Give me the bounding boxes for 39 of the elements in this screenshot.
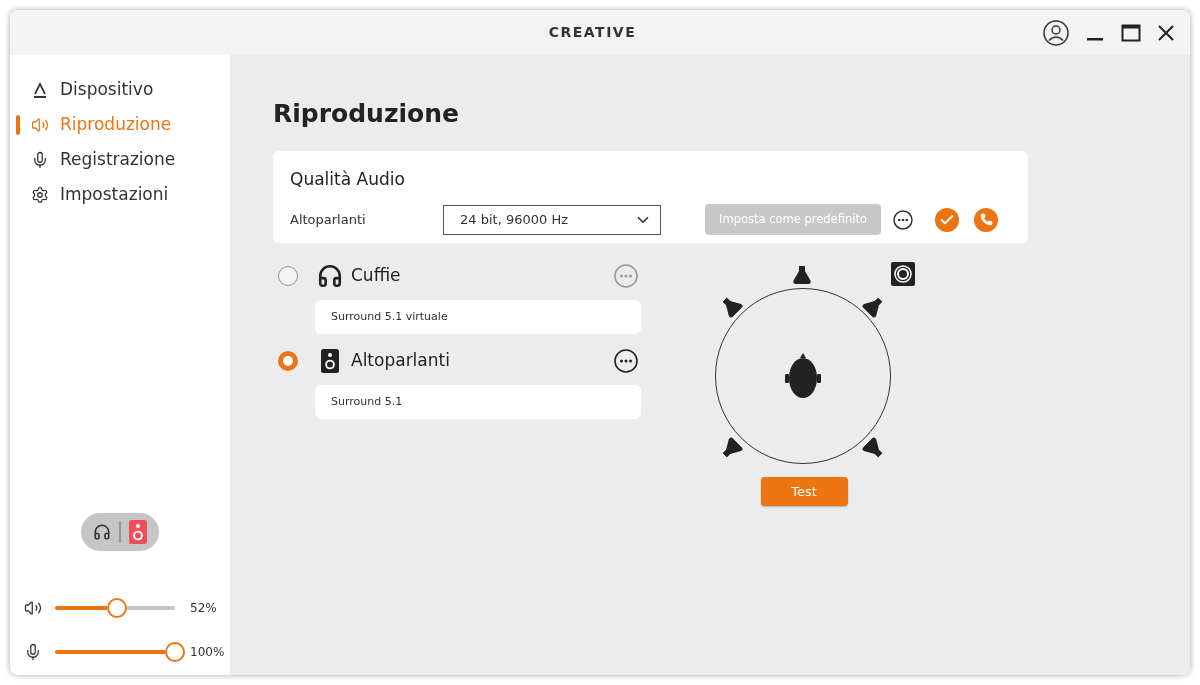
slider-value: 52% <box>190 600 217 617</box>
device-name: Cuffie <box>351 264 401 288</box>
slider-value: 100% <box>190 644 225 661</box>
page-title: Riproduzione <box>273 99 459 129</box>
slider-thumb[interactable] <box>107 598 128 618</box>
microphone-icon <box>31 150 49 169</box>
speaker-icon[interactable] <box>792 266 812 284</box>
close-icon[interactable] <box>1157 23 1175 42</box>
mode-selector[interactable]: Surround 5.1 virtuale <box>315 300 641 334</box>
speaker-icon <box>31 115 49 134</box>
microphone-icon <box>24 643 42 661</box>
nav-item[interactable]: Dispositivo <box>60 76 154 103</box>
user-account-icon[interactable] <box>1043 19 1069 46</box>
speaker-box-icon <box>321 349 339 373</box>
format-dropdown[interactable]: 24 bit, 96000 Hz <box>443 204 661 235</box>
card-title: Qualità Audio <box>290 168 405 190</box>
more-options-icon[interactable] <box>614 349 638 373</box>
field-label: Altoparlanti <box>290 210 367 229</box>
subwoofer-icon[interactable] <box>891 262 915 286</box>
more-options-icon[interactable] <box>893 209 913 230</box>
head-icon <box>785 353 821 399</box>
nav-item[interactable]: Impostazioni <box>60 181 169 208</box>
radio-button[interactable] <box>278 351 298 371</box>
speaker-icon <box>24 599 42 617</box>
headphones-icon <box>317 263 343 289</box>
output-option[interactable] <box>127 518 149 546</box>
settings-icon <box>31 185 49 204</box>
triangle-icon <box>32 81 48 98</box>
slider-thumb[interactable] <box>165 642 185 662</box>
headphones-icon <box>93 523 111 541</box>
app-logo: CREATIVE <box>548 23 637 42</box>
speaker-box-icon <box>129 520 147 544</box>
device-name: Altoparlanti <box>351 349 450 373</box>
radio-button[interactable] <box>278 266 298 286</box>
maximize-icon[interactable] <box>1121 22 1141 43</box>
nav-item[interactable]: Registrazione <box>60 146 176 173</box>
check-icon[interactable] <box>935 207 959 232</box>
phone-icon[interactable] <box>974 207 998 232</box>
mode-selector[interactable]: Surround 5.1 <box>315 385 641 419</box>
